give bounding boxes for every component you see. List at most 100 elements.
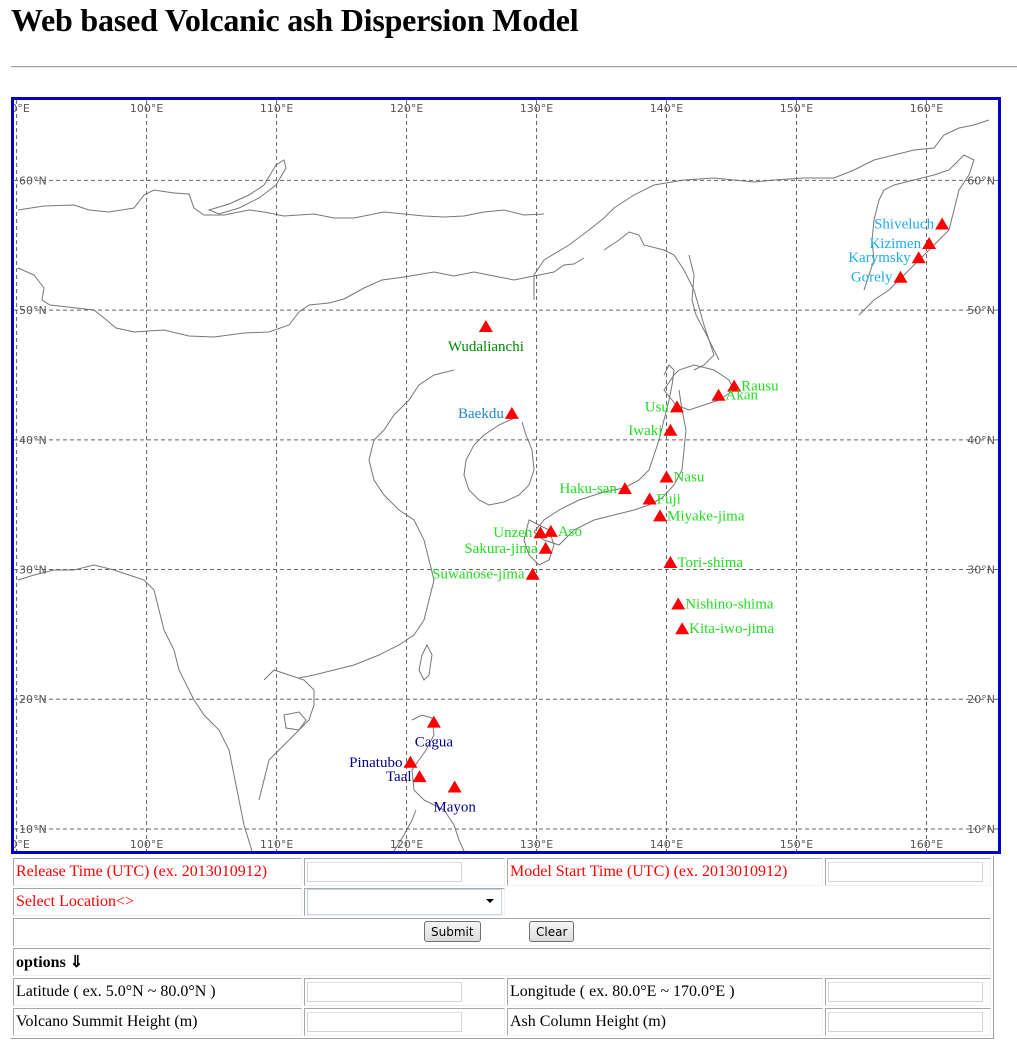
- divider: [11, 66, 1017, 68]
- lon-label-top: 90°E: [14, 102, 30, 115]
- korea-coast: [463, 417, 535, 506]
- volcano-label: Mayon: [433, 799, 476, 815]
- lat-label-right: 40°N: [967, 434, 995, 447]
- volcano-label: Kita-iwo-jima: [689, 621, 774, 637]
- options-toggle[interactable]: options ⇓: [13, 948, 991, 976]
- lon-label-top: 110°E: [260, 102, 293, 115]
- vietnam-coast: [258, 669, 315, 801]
- volcano-marker-icon: [447, 780, 462, 793]
- lon-label-bottom: 130°E: [520, 838, 553, 851]
- ash-column-cell: [825, 1008, 991, 1036]
- release-time-cell: [304, 858, 505, 886]
- lat-label-right: 30°N: [967, 564, 995, 577]
- china-coast: [298, 369, 455, 679]
- longitude-cell: [825, 978, 991, 1006]
- volcano-marker-icon: [617, 482, 632, 495]
- location-select[interactable]: [307, 889, 502, 915]
- volcano-label: Nishino-shima: [685, 597, 774, 613]
- taiwan-coast: [418, 643, 433, 681]
- select-location-cell: [304, 888, 505, 916]
- lon-label-bottom: 120°E: [390, 838, 423, 851]
- coastline: [533, 119, 990, 300]
- volcano-marker-icon: [538, 541, 553, 554]
- volcano-label: Usu: [645, 399, 670, 415]
- summit-height-cell: [304, 1008, 505, 1036]
- select-location-label: Select Location<>: [13, 888, 302, 916]
- lon-label-top: 140°E: [650, 102, 683, 115]
- volcano-label: Nasu: [674, 469, 705, 485]
- volcano-label: Iwaki: [628, 423, 662, 439]
- clear-button[interactable]: Clear: [529, 921, 575, 942]
- model-start-label: Model Start Time (UTC) (ex. 2013010912): [507, 858, 823, 886]
- volcano-label: Sakura-jima: [464, 541, 538, 557]
- lon-label-bottom: 110°E: [260, 838, 293, 851]
- chevron-down-icon: [486, 899, 494, 903]
- model-start-input[interactable]: [828, 862, 983, 882]
- longitude-label: Longitude ( ex. 80.0°E ~ 170.0°E ): [507, 978, 823, 1006]
- lat-label-left: 40°N: [19, 434, 47, 447]
- volcano-map[interactable]: 90°E 90°E 100°E 100°E 110°E 110°E 120°E 120°E 13…: [11, 97, 1001, 854]
- release-time-input[interactable]: [307, 862, 462, 882]
- ash-column-label: Ash Column Height (m): [507, 1008, 823, 1036]
- volcano-label: Taal: [386, 769, 412, 785]
- volcano-label: Unzen: [493, 525, 533, 541]
- longitude-input[interactable]: [828, 982, 983, 1002]
- honshu-coast: [533, 364, 675, 533]
- hainan-coast: [283, 711, 307, 731]
- volcano-label: Haku-san: [559, 481, 617, 497]
- empty-cell: [507, 888, 991, 916]
- volcano-marker-icon: [675, 622, 690, 635]
- volcano-marker-icon: [403, 755, 418, 768]
- submit-button[interactable]: Submit: [424, 921, 481, 942]
- lat-label-left: 50°N: [19, 304, 47, 317]
- volcano-label: Shiveluch: [874, 217, 934, 233]
- ash-column-input[interactable]: [828, 1012, 983, 1032]
- volcano-marker-icon: [663, 423, 678, 436]
- lat-label-right: 50°N: [967, 304, 995, 317]
- latitude-input[interactable]: [307, 982, 462, 1002]
- form-row-options: options ⇓: [13, 948, 991, 976]
- lon-label-bottom: 100°E: [130, 838, 163, 851]
- lon-label-top: 150°E: [780, 102, 813, 115]
- coastlines: [17, 119, 990, 851]
- page-title: Web based Volcanic ash Dispersion Model: [11, 2, 579, 38]
- lon-label-bottom: 140°E: [650, 838, 683, 851]
- lon-label-top: 120°E: [390, 102, 423, 115]
- volcano-marker-icon: [911, 251, 926, 264]
- form-row-heights: Volcano Summit Height (m) Ash Column Hei…: [13, 1008, 991, 1036]
- volcano-label: Akan: [726, 388, 759, 404]
- latitude-label: Latitude ( ex. 5.0°N ~ 80.0°N ): [13, 978, 302, 1006]
- volcano-label: Aso: [558, 524, 582, 540]
- model-form: Release Time (UTC) (ex. 2013010912) Mode…: [11, 856, 994, 1039]
- volcano-label: Tori-shima: [677, 555, 743, 571]
- lat-label-left: 30°N: [19, 564, 47, 577]
- volcano-marker-icon: [653, 509, 668, 522]
- lat-label-right: 20°N: [967, 693, 995, 706]
- latitude-cell: [304, 978, 505, 1006]
- form-row-location: Select Location<>: [13, 888, 991, 916]
- volcano-markers: WudalianchiBaekduRausuAkanUsuIwakiNasuHa…: [349, 217, 950, 815]
- lon-label-bottom: 150°E: [780, 838, 813, 851]
- lake-baikal: [207, 159, 287, 215]
- coastline: [603, 231, 715, 371]
- lon-label-top: 160°E: [910, 102, 943, 115]
- volcano-label: Fuji: [657, 491, 681, 507]
- release-time-label: Release Time (UTC) (ex. 2013010912): [13, 858, 302, 886]
- volcano-label: Karymsky: [848, 250, 911, 266]
- buttons-cell: Submit Clear: [13, 918, 991, 946]
- summit-height-input[interactable]: [307, 1012, 462, 1032]
- border-line: [17, 257, 585, 338]
- form-row-times: Release Time (UTC) (ex. 2013010912) Mode…: [13, 858, 991, 886]
- form-row-buttons: Submit Clear: [13, 918, 991, 946]
- summit-height-label: Volcano Summit Height (m): [13, 1008, 302, 1036]
- lon-label-bottom: 90°E: [14, 838, 30, 851]
- lon-label-top: 100°E: [130, 102, 163, 115]
- border-line: [17, 189, 545, 219]
- volcano-marker-icon: [893, 270, 908, 283]
- volcano-label: Baekdu: [458, 406, 504, 422]
- lat-label-right: 10°N: [967, 823, 995, 836]
- volcano-marker-icon: [478, 319, 493, 332]
- volcano-marker-icon: [663, 556, 678, 569]
- volcano-marker-icon: [642, 492, 657, 505]
- lat-label-left: 60°N: [19, 174, 47, 187]
